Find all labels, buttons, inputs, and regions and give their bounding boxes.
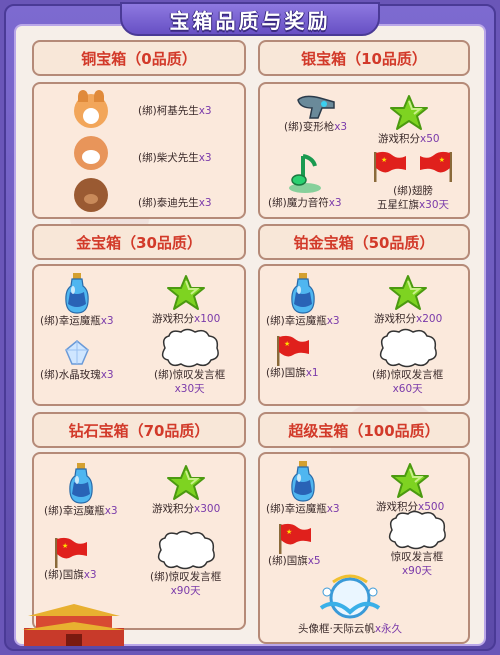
gate-tower-decoration [22, 604, 126, 646]
reward-item: 游戏积分x200 [374, 274, 442, 326]
page-title: 宝箱品质与奖励 [169, 8, 331, 33]
reward-item: (绑)惊叹发言框 x90天 [150, 530, 221, 598]
chest-header-bronze: 铜宝箱（0品质） [32, 40, 246, 76]
reward-label: (绑)国旗x1 [266, 367, 319, 379]
reward-item: (绑)国旗x1 [266, 334, 319, 380]
flag-wings-icon [374, 151, 452, 182]
reward-label: 游戏积分x300 [152, 503, 221, 515]
chest-header-platinum: 铂金宝箱（50品质） [258, 224, 470, 260]
flag-icon [273, 334, 311, 366]
speech-bubble-icon [159, 328, 221, 368]
reward-item: 游戏积分x50 [378, 94, 440, 146]
reward-label: (绑)幸运魔瓶x3 [40, 315, 114, 327]
reward-item: 惊叹发言框 x90天 [386, 510, 448, 578]
magic-note-icon [288, 154, 321, 193]
reward-label: 游戏积分x200 [374, 313, 443, 325]
reward-item: (绑)水晶玫瑰x3 [40, 338, 114, 382]
reward-label: (绑)泰迪先生x3 [138, 197, 212, 209]
chest-panel-super: (绑)幸运魔瓶x3 游戏积分x500 (绑)国旗x5 惊叹发言框 x90天 头像框… [258, 452, 470, 644]
reward-item [74, 136, 108, 170]
chest-name: 金宝箱（30品质） [76, 233, 202, 252]
chest-header-diamond: 钻石宝箱（70品质） [32, 412, 246, 448]
green-star-icon [390, 462, 430, 500]
reward-item: (绑)国旗x5 [268, 522, 321, 568]
reward-label: (绑)翅膀 五星红旗x30天 [376, 185, 450, 211]
reward-label: (绑)幸运魔瓶x3 [266, 503, 340, 515]
green-star-icon [166, 464, 206, 502]
chest-header-silver: 银宝箱（10品质） [258, 40, 470, 76]
reward-item: (绑)魔力音符x3 [268, 152, 342, 210]
lucky-bottle-icon [64, 272, 90, 314]
reward-item: (绑)幸运魔瓶x3 [266, 460, 340, 516]
transform-gun-icon [296, 95, 335, 119]
reward-label: 游戏积分x100 [152, 313, 221, 325]
chest-panel-bronze: (绑)柯基先生x3 (绑)柴犬先生x3 (绑)泰迪先生x3 [32, 82, 246, 219]
chest-panel-gold: (绑)幸运魔瓶x3 游戏积分x100 (绑)水晶玫瑰x3 (绑)惊叹发言框 x30… [32, 264, 246, 406]
reward-label: (绑)国旗x5 [268, 555, 321, 567]
green-star-icon [388, 274, 428, 312]
lucky-bottle-icon [68, 462, 94, 504]
reward-label: (绑)水晶玫瑰x3 [40, 369, 114, 381]
chest-name: 银宝箱（10品质） [301, 49, 427, 68]
chest-header-gold: 金宝箱（30品质） [32, 224, 246, 260]
avatar-frame-icon [319, 574, 381, 619]
chest-name: 铜宝箱（0品质） [81, 49, 197, 68]
speech-bubble-icon [377, 328, 439, 368]
flag-icon [51, 536, 89, 568]
corgi-icon [74, 90, 108, 128]
chest-header-super: 超级宝箱（100品质） [258, 412, 470, 448]
reward-item: 头像框·天际云帆x永久 [298, 572, 402, 636]
reward-label: (绑)惊叹发言框 x30天 [154, 369, 226, 395]
reward-item [74, 90, 108, 128]
chest-panel-silver: (绑)变形枪x3 游戏积分x50 (绑)魔力音符x3 (绑)翅膀 五星红旗x30… [258, 82, 470, 219]
reward-item: (绑)幸运魔瓶x3 [44, 462, 118, 518]
lucky-bottle-icon [290, 272, 316, 314]
reward-item: (绑)国旗x3 [44, 536, 97, 582]
reward-item: (绑)翅膀 五星红旗x30天 [368, 148, 458, 212]
reward-item: 游戏积分x300 [152, 464, 220, 516]
chest-name: 钻石宝箱（70品质） [68, 421, 210, 440]
reward-item: 游戏积分x100 [152, 274, 220, 326]
green-star-icon [166, 274, 206, 312]
speech-bubble-icon [386, 510, 448, 550]
reward-label: (绑)魔力音符x3 [268, 197, 342, 209]
teddy-dog-icon [74, 178, 108, 212]
shiba-icon [74, 136, 108, 170]
reward-label: (绑)幸运魔瓶x3 [266, 315, 340, 327]
reward-label: 游戏积分x50 [378, 133, 440, 145]
reward-label: (绑)惊叹发言框 x60天 [372, 369, 444, 395]
reward-label: (绑)变形枪x3 [284, 121, 348, 133]
reward-label: (绑)柴犬先生x3 [138, 152, 212, 164]
title-banner: 宝箱品质与奖励 [120, 2, 380, 36]
reward-item: (绑)惊叹发言框 x30天 [154, 328, 225, 396]
reward-item: (绑)幸运魔瓶x3 [266, 272, 340, 328]
lucky-bottle-icon [290, 460, 316, 502]
flag-icon [275, 522, 313, 554]
speech-bubble-icon [155, 530, 217, 570]
chest-name: 超级宝箱（100品质） [288, 421, 440, 440]
reward-label: (绑)幸运魔瓶x3 [44, 505, 118, 517]
chest-name: 铂金宝箱（50品质） [293, 233, 435, 252]
reward-item: 游戏积分x500 [376, 462, 444, 514]
green-star-icon [389, 94, 429, 132]
reward-label: 头像框·天际云帆x永久 [298, 623, 403, 635]
reward-label: (绑)惊叹发言框 x90天 [150, 571, 222, 597]
reward-item: (绑)变形枪x3 [284, 92, 347, 134]
reward-item: (绑)幸运魔瓶x3 [40, 272, 114, 328]
reward-label: (绑)柯基先生x3 [138, 105, 212, 117]
chest-panel-platinum: (绑)幸运魔瓶x3 游戏积分x200 (绑)国旗x1 (绑)惊叹发言框 x60天 [258, 264, 470, 406]
crystal-rose-icon [64, 340, 89, 365]
reward-label: (绑)国旗x3 [44, 569, 97, 581]
reward-item: (绑)惊叹发言框 x60天 [372, 328, 443, 396]
reward-item [74, 178, 108, 212]
